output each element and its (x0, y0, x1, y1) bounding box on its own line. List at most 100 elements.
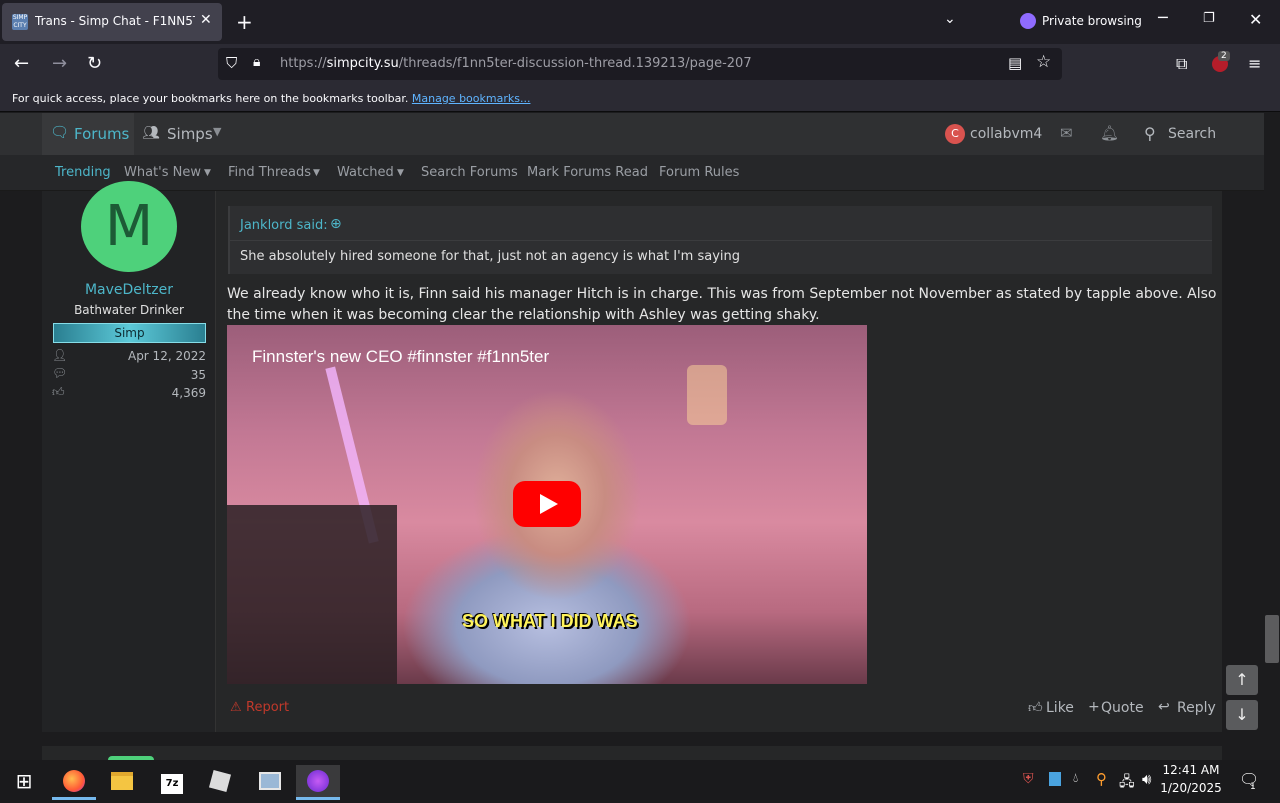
list-tabs-chevron-icon[interactable]: ⌄ (944, 11, 956, 27)
subnav-find-threads[interactable]: Find Threads (228, 165, 311, 180)
whats-new-dropdown-icon[interactable]: ▼ (204, 168, 211, 178)
report-icon[interactable]: ⚠︎ (230, 700, 242, 715)
search-label[interactable]: Search (1168, 126, 1216, 142)
scrollbar-thumb[interactable] (1265, 615, 1279, 663)
tray-search-icon[interactable]: ⚲ (1096, 770, 1107, 788)
simps-dropdown-icon[interactable]: ▼ (213, 125, 221, 138)
subnav-search-forums[interactable]: Search Forums (421, 165, 518, 180)
window-close-icon[interactable]: ✕ (1249, 10, 1262, 29)
minimize-icon[interactable]: ─ (1158, 8, 1168, 27)
quote-button[interactable]: Quote (1101, 700, 1144, 716)
tab-title: Trans - Simp Chat - F1NN5TER (35, 14, 195, 28)
quote-block: Janklord said: ⊕ She absolutely hired so… (228, 206, 1212, 274)
reader-view-icon[interactable]: ▤ (1008, 54, 1022, 72)
user-avatar[interactable]: C (945, 124, 965, 144)
user-banner: Simp (53, 323, 206, 343)
inbox-icon[interactable]: ✉︎ (1060, 124, 1073, 142)
subnav-trending[interactable]: Trending (55, 165, 111, 180)
back-icon[interactable]: ← (14, 53, 29, 74)
clock-time[interactable]: 12:41 AM (1160, 763, 1222, 777)
tray-drop-icon[interactable]: 💧︎ (1073, 771, 1078, 786)
tray-app-icon[interactable] (1049, 772, 1061, 786)
youtube-embed[interactable]: Finnster's new CEO #finnster #f1nn5ter S… (227, 325, 867, 684)
menu-icon[interactable]: ≡ (1248, 54, 1261, 73)
report-link[interactable]: Report (246, 700, 289, 715)
nav-tab-simps[interactable]: Simps (167, 125, 213, 143)
author-avatar[interactable]: M (81, 181, 177, 272)
firefox-taskbar-icon[interactable] (52, 765, 96, 800)
nav-tab-forums[interactable]: 🗨︎ Forums (42, 113, 134, 155)
control-panel-icon[interactable] (248, 765, 292, 800)
reactions-count: 4,369 (171, 386, 206, 400)
find-threads-dropdown-icon[interactable]: ▼ (313, 168, 320, 178)
like-thumb-icon[interactable]: 👍︎ (1028, 699, 1043, 716)
private-browsing-label: Private browsing (1042, 14, 1142, 28)
next-post-container (42, 746, 1222, 760)
firefox-private-taskbar-icon[interactable] (296, 765, 340, 800)
play-triangle-icon (540, 494, 558, 514)
scroll-top-button[interactable]: ↑ (1226, 665, 1258, 695)
extensions-icon[interactable]: ⧉ (1176, 54, 1187, 74)
joined-user-icon: 👤︎ (52, 348, 68, 362)
lock-icon[interactable]: 🔒︎ (253, 54, 260, 70)
reply-arrow-icon[interactable]: ↩ (1158, 699, 1170, 715)
new-tab-icon[interactable]: + (236, 10, 253, 34)
url-text[interactable]: https://simpcity.su/threads/f1nn5ter-dis… (280, 56, 752, 71)
author-name[interactable]: MaveDeltzer (42, 282, 216, 298)
file-explorer-icon[interactable] (100, 765, 144, 800)
reply-button[interactable]: Reply (1177, 700, 1216, 716)
bookmarks-hint-text: For quick access, place your bookmarks h… (12, 92, 409, 105)
scroll-bottom-button[interactable]: ↓ (1226, 700, 1258, 730)
like-button[interactable]: Like (1046, 700, 1074, 716)
forward-icon[interactable]: → (52, 53, 67, 74)
clock-date[interactable]: 1/20/2025 (1160, 781, 1222, 795)
account-username[interactable]: collabvm4 (970, 126, 1042, 142)
search-icon[interactable]: ⚲ (1144, 124, 1156, 143)
tray-shield-icon[interactable]: ⛨ (1023, 771, 1034, 787)
nav-forums-label: Forums (74, 125, 130, 143)
subnav-whats-new[interactable]: What's New (124, 165, 201, 180)
extension-badge: 2 (1218, 51, 1230, 61)
volume-icon[interactable]: 🔊︎ (1142, 770, 1151, 788)
roblox-icon[interactable] (198, 765, 242, 800)
watched-dropdown-icon[interactable]: ▼ (397, 168, 404, 178)
private-mask-icon (1020, 13, 1036, 29)
subnav-mark-read[interactable]: Mark Forums Read (527, 165, 648, 180)
restore-icon[interactable]: ❐ (1203, 11, 1215, 26)
post-user-column (42, 191, 216, 732)
site-favicon-icon: SIMP CITY (12, 14, 28, 30)
manage-bookmarks-link[interactable]: Manage bookmarks... (412, 92, 531, 105)
network-icon[interactable]: 🖧︎ (1119, 771, 1135, 795)
youtube-play-button[interactable] (513, 481, 581, 527)
simps-users-icon: 👥︎ (142, 125, 160, 141)
windows-start-icon[interactable]: ⊞ (2, 765, 46, 800)
lamp-glow-shape (687, 365, 727, 425)
tab-active[interactable]: SIMP CITY Trans - Simp Chat - F1NN5TER ✕ (2, 3, 222, 41)
messages-count: 35 (190, 368, 206, 382)
url-path: /threads/f1nn5ter-discussion-thread.1392… (398, 56, 752, 71)
video-caption: SO WHAT I DID WAS (462, 611, 638, 631)
url-domain: simpcity.su (326, 56, 399, 71)
tab-close-icon[interactable]: ✕ (200, 12, 212, 28)
subnav-watched[interactable]: Watched (337, 165, 394, 180)
mic-arm-shape (227, 505, 397, 684)
reload-icon[interactable]: ↻ (87, 53, 102, 74)
subnav-forum-rules[interactable]: Forum Rules (659, 165, 739, 180)
reactions-thumb-icon: 👍︎ (52, 385, 65, 399)
alerts-bell-icon[interactable]: 🔔︎ (1100, 124, 1119, 142)
notification-count: 1 (1250, 782, 1256, 792)
quote-text: She absolutely hired someone for that, j… (240, 249, 740, 264)
url-bar[interactable]: ⛉ 🔒︎ https://simpcity.su/threads/f1nn5te… (218, 48, 1062, 80)
bookmark-star-icon[interactable]: ☆ (1036, 52, 1051, 72)
7zip-icon[interactable]: 7z (150, 765, 194, 800)
quote-plus-icon[interactable]: + (1088, 699, 1100, 715)
messages-icon: 💬︎ (52, 366, 68, 380)
joined-date: Apr 12, 2022 (127, 349, 206, 363)
bookmarks-toolbar: For quick access, place your bookmarks h… (0, 84, 1280, 112)
video-title[interactable]: Finnster's new CEO #finnster #f1nn5ter (252, 347, 549, 367)
shield-icon[interactable]: ⛉ (226, 54, 237, 72)
quote-jump-icon[interactable]: ⊕ (330, 216, 342, 232)
post-body-text: We already know who it is, Finn said his… (227, 286, 1217, 323)
quote-author[interactable]: Janklord said: (240, 218, 328, 233)
bookmarks-hint: For quick access, place your bookmarks h… (12, 92, 530, 105)
